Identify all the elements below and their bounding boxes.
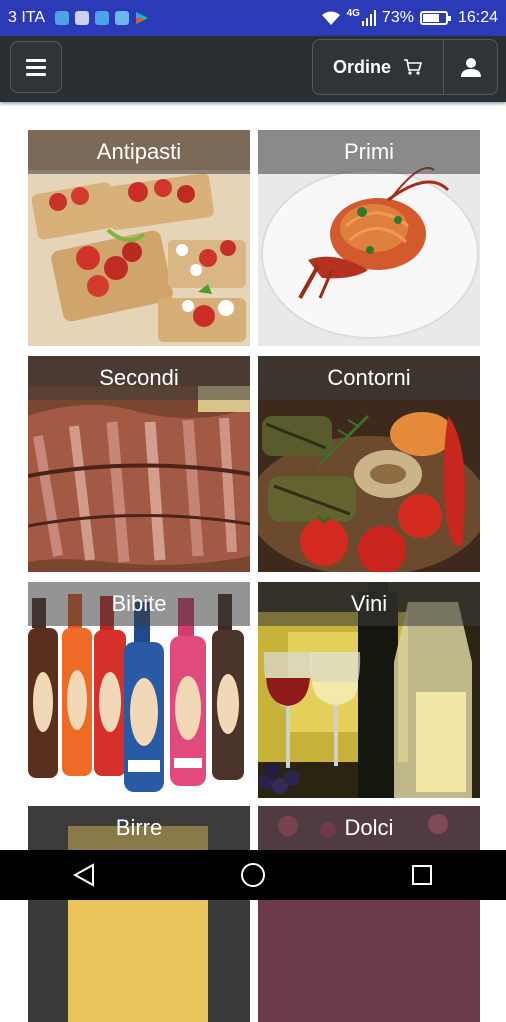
back-button[interactable] [64, 855, 104, 895]
battery-percent: 73% [381, 9, 414, 26]
category-tile-bibite[interactable]: Bibite [28, 582, 250, 798]
wifi-icon [321, 11, 340, 25]
category-tile-contorni[interactable]: Contorni [258, 356, 480, 572]
status-bar: 3 ITA 4G 73% 16:24 [0, 0, 506, 36]
system-nav-bar [0, 850, 506, 900]
user-icon [460, 58, 481, 77]
cart-icon [404, 59, 423, 75]
battery-fill [422, 14, 439, 22]
shield-icon [55, 11, 70, 25]
category-tile-antipasti[interactable]: Antipasti [28, 130, 250, 346]
play-store-icon [136, 12, 149, 24]
recents-button[interactable] [402, 855, 442, 895]
carrier-label: 3 ITA [8, 9, 46, 26]
home-icon [240, 863, 265, 887]
hamburger-menu-icon [26, 65, 46, 69]
menu-button[interactable] [10, 41, 62, 93]
hamburger-menu-icon [26, 72, 46, 76]
recents-icon [411, 865, 432, 885]
image-icon [75, 11, 90, 25]
battery-icon [419, 11, 451, 25]
home-button[interactable] [233, 855, 273, 895]
message-icon [95, 11, 110, 25]
shield-icon [115, 11, 130, 25]
category-tile-birre[interactable]: Birre [28, 806, 250, 1022]
category-title: Primi [258, 130, 480, 174]
category-title: Dolci [258, 806, 480, 850]
hamburger-menu-icon [26, 58, 46, 62]
category-title: Birre [28, 806, 250, 850]
category-tile-secondi[interactable]: Secondi [28, 356, 250, 572]
category-title: Antipasti [28, 130, 250, 174]
clock: 16:24 [457, 9, 498, 26]
category-title: Secondi [28, 356, 250, 400]
category-title: Bibite [28, 582, 250, 626]
category-tile-vini[interactable]: Vini [258, 582, 480, 798]
category-tile-primi[interactable]: Primi [258, 130, 480, 346]
signal-icon [361, 10, 376, 26]
app-bar: Ordine [0, 36, 506, 102]
category-title: Vini [258, 582, 480, 626]
user-button[interactable] [444, 39, 498, 95]
back-icon [73, 863, 95, 887]
network-label: 4G [346, 7, 360, 19]
category-title: Contorni [258, 356, 480, 400]
order-button[interactable]: Ordine [312, 39, 444, 95]
category-tile-dolci[interactable]: Dolci [258, 806, 480, 1022]
order-label: Ordine [332, 56, 391, 77]
